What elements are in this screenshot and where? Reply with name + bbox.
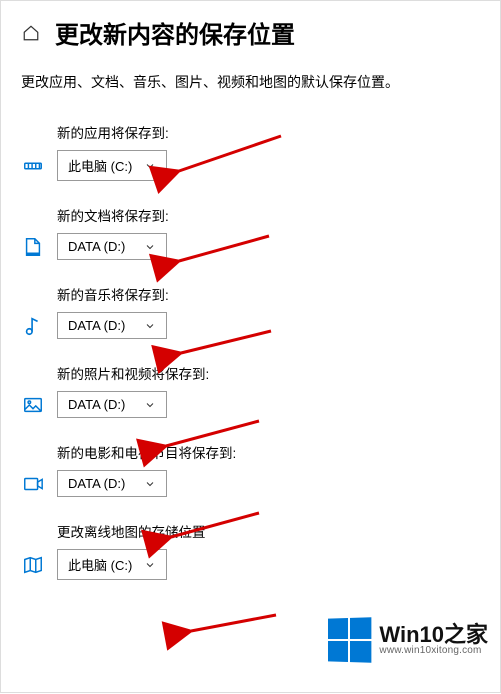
settings-list: 新的应用将保存到: 此电脑 (C:) 新的文档将保存到: (1, 122, 500, 580)
setting-label: 更改离线地图的存储位置 (57, 521, 480, 541)
setting-row-photos: 新的照片和视频将保存到: DATA (D:) (21, 363, 480, 418)
setting-label: 新的电影和电视节目将保存到: (57, 442, 480, 462)
select-value: DATA (D:) (68, 239, 125, 254)
apps-location-select[interactable]: 此电脑 (C:) (57, 150, 167, 181)
maps-location-select[interactable]: 此电脑 (C:) (57, 549, 167, 580)
page-title: 更改新内容的保存位置 (55, 15, 295, 50)
select-value: DATA (D:) (68, 397, 125, 412)
chevron-down-icon (144, 160, 156, 172)
chevron-down-icon (144, 559, 156, 571)
setting-row-documents: 新的文档将保存到: DATA (D:) (21, 205, 480, 260)
chevron-down-icon (144, 320, 156, 332)
watermark-title: Win10之家 (379, 623, 488, 646)
setting-row-maps: 更改离线地图的存储位置 此电脑 (C:) (21, 521, 480, 580)
setting-label: 新的音乐将保存到: (57, 284, 480, 304)
movies-location-select[interactable]: DATA (D:) (57, 470, 167, 497)
chevron-down-icon (144, 478, 156, 490)
select-value: 此电脑 (C:) (68, 555, 132, 574)
watermark: Win10之家 www.win10xitong.com (327, 618, 488, 662)
setting-label: 新的照片和视频将保存到: (57, 363, 480, 383)
maps-icon (21, 553, 45, 577)
setting-label: 新的应用将保存到: (57, 122, 480, 142)
page-subtitle: 更改应用、文档、音乐、图片、视频和地图的默认保存位置。 (1, 54, 500, 98)
setting-row-music: 新的音乐将保存到: DATA (D:) (21, 284, 480, 339)
select-value: DATA (D:) (68, 476, 125, 491)
chevron-down-icon (144, 241, 156, 253)
movies-icon (21, 472, 45, 496)
setting-label: 新的文档将保存到: (57, 205, 480, 225)
chevron-down-icon (144, 399, 156, 411)
documents-location-select[interactable]: DATA (D:) (57, 233, 167, 260)
home-icon (22, 24, 40, 42)
music-icon (21, 314, 45, 338)
photos-icon (21, 393, 45, 417)
setting-row-movies: 新的电影和电视节目将保存到: DATA (D:) (21, 442, 480, 497)
select-value: 此电脑 (C:) (68, 156, 132, 175)
music-location-select[interactable]: DATA (D:) (57, 312, 167, 339)
home-button[interactable] (21, 23, 41, 43)
apps-icon (21, 154, 45, 178)
select-value: DATA (D:) (68, 318, 125, 333)
watermark-url: www.win10xitong.com (379, 646, 488, 657)
windows-logo-icon (328, 617, 371, 662)
photos-location-select[interactable]: DATA (D:) (57, 391, 167, 418)
setting-row-apps: 新的应用将保存到: 此电脑 (C:) (21, 122, 480, 181)
documents-icon (21, 235, 45, 259)
